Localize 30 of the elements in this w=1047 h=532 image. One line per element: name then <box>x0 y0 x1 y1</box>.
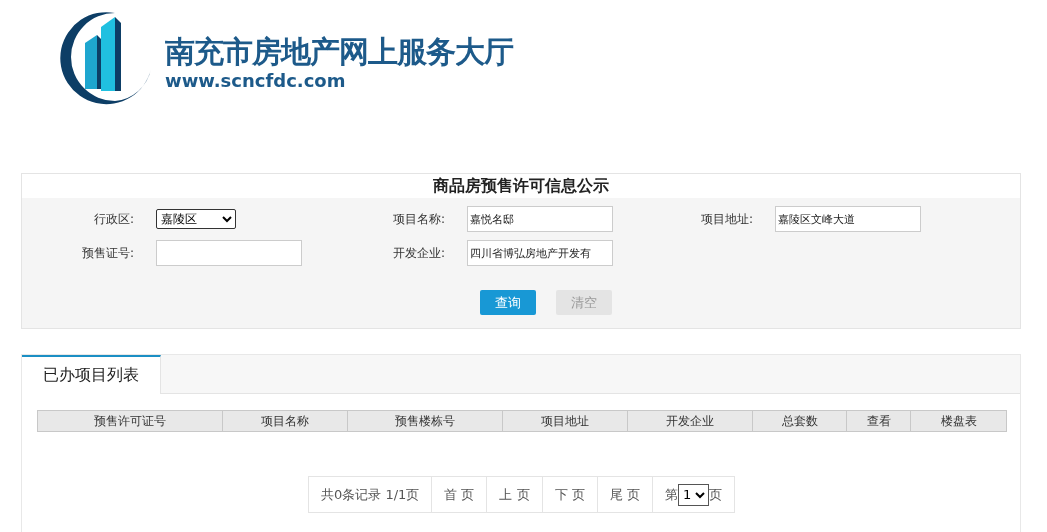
column-header: 开发企业 <box>628 411 753 431</box>
input-field[interactable]: 四川省博弘房地产开发有 <box>467 240 613 266</box>
field-label: 预售证号: <box>80 245 135 262</box>
panel-title: 商品房预售许可信息公示 <box>22 174 1020 198</box>
field-label: 开发企业: <box>391 245 446 262</box>
input-field[interactable] <box>156 240 302 266</box>
page-link[interactable]: 首 页 <box>432 477 488 512</box>
page-link[interactable]: 上 页 <box>487 477 543 512</box>
column-header: 项目名称 <box>223 411 348 431</box>
site-url: www.scncfdc.com <box>165 69 347 92</box>
column-header: 总套数 <box>753 411 847 431</box>
field-label: 项目名称: <box>391 211 446 228</box>
input-field[interactable]: 嘉陵区文峰大道 <box>775 206 921 232</box>
column-header: 预售楼栋号 <box>348 411 503 431</box>
page-select[interactable]: 1 <box>677 483 709 506</box>
column-header: 查看 <box>847 411 911 431</box>
page-suffix: 页 <box>708 486 722 504</box>
site-title: 南充市房地产网上服务大厅 <box>165 33 513 70</box>
page-link[interactable]: 尾 页 <box>597 477 653 512</box>
column-header: 楼盘表 <box>939 413 978 430</box>
field-label: 行政区: <box>92 211 135 228</box>
tab[interactable]: 已办项目列表 <box>22 355 161 394</box>
column-header: 预售许可证号 <box>38 411 223 431</box>
input-field[interactable]: 嘉悦名邸 <box>467 206 613 232</box>
record-summary: 共0条记录 1/1页 <box>309 477 433 512</box>
district-select[interactable]: 嘉陵区 <box>156 209 236 229</box>
page-prefix: 第 <box>664 486 678 504</box>
field-label: 项目地址: <box>699 211 754 228</box>
page-link[interactable]: 下 页 <box>542 477 598 512</box>
column-header: 项目地址 <box>503 411 628 431</box>
